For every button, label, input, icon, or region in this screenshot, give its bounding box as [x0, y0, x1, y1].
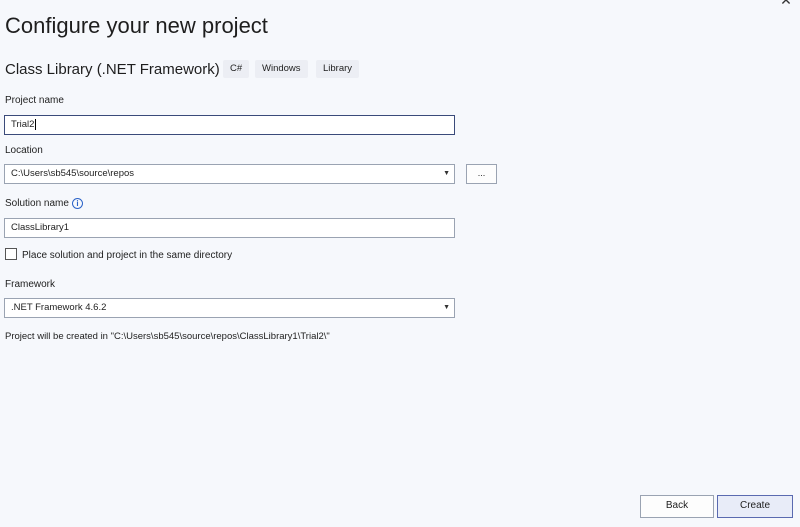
template-name: Class Library (.NET Framework)	[5, 61, 220, 78]
location-label: Location	[5, 145, 43, 156]
restore-icon[interactable]	[758, 0, 772, 7]
same-directory-label[interactable]: Place solution and project in the same d…	[22, 250, 232, 261]
solution-name-input[interactable]: ClassLibrary1	[4, 218, 455, 238]
tag-project-type: Library	[316, 60, 360, 78]
framework-label: Framework	[5, 279, 56, 290]
back-button[interactable]: Back	[640, 495, 714, 518]
solution-name-label: Solution name	[5, 198, 69, 209]
project-name-label: Project name	[5, 95, 64, 106]
same-directory-checkbox[interactable]	[5, 248, 17, 260]
project-path-info: Project will be created in "C:\Users\sb5…	[5, 331, 330, 342]
project-name-value: Trial2	[11, 119, 35, 130]
close-icon[interactable]: ✕	[779, 0, 793, 7]
location-value: C:\Users\sb545\source\repos	[11, 168, 135, 179]
browse-button[interactable]: ...	[466, 164, 497, 184]
location-combobox[interactable]: C:\Users\sb545\source\repos ▼	[4, 164, 455, 184]
framework-value: .NET Framework 4.6.2	[11, 302, 107, 313]
chevron-down-icon[interactable]: ▼	[443, 299, 450, 317]
info-icon[interactable]: i	[72, 198, 83, 209]
project-name-input[interactable]: Trial2	[4, 115, 455, 135]
page-title: Configure your new project	[5, 13, 268, 38]
solution-name-value: ClassLibrary1	[11, 222, 70, 233]
chevron-down-icon[interactable]: ▼	[443, 165, 450, 183]
create-button[interactable]: Create	[717, 495, 793, 518]
tag-language: C#	[223, 60, 250, 78]
tag-platform: Windows	[255, 60, 308, 78]
framework-select[interactable]: .NET Framework 4.6.2 ▼	[4, 298, 455, 318]
